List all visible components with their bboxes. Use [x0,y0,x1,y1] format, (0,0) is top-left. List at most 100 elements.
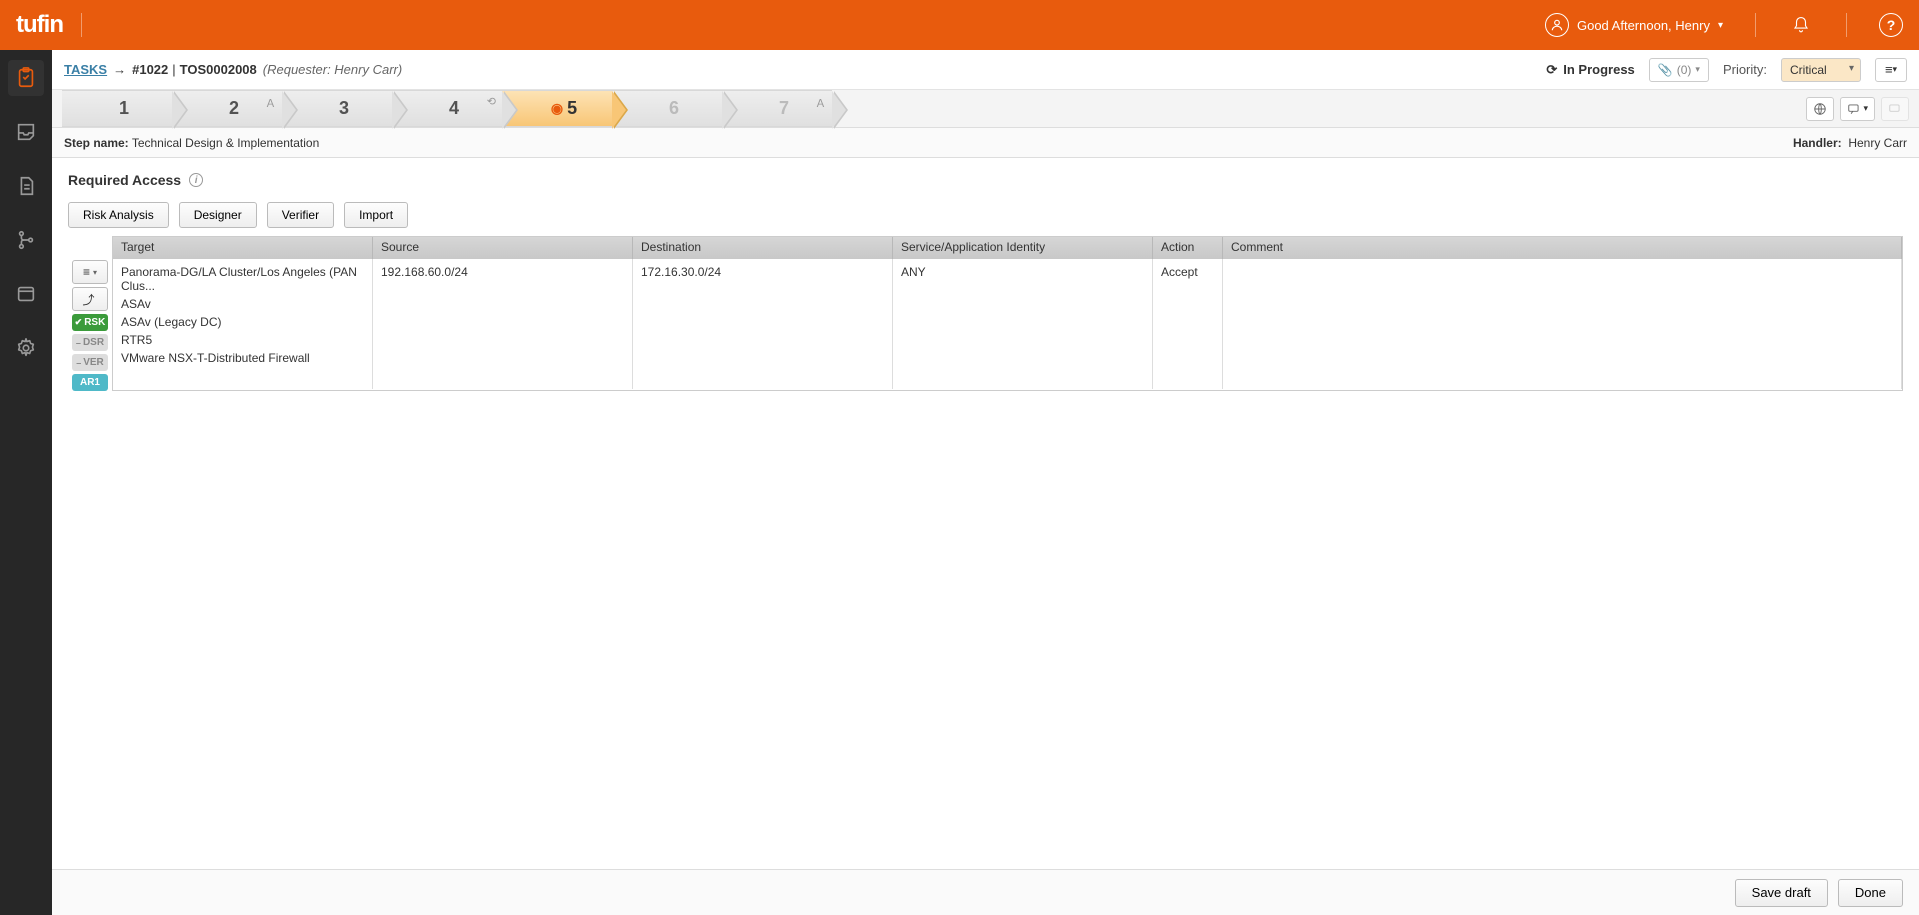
caret-down-icon: ▾ [1695,64,1700,75]
step-number: 1 [119,98,129,119]
table-row[interactable]: Panorama-DG/LA Cluster/Los Angeles (PAN … [113,259,1902,389]
target-cell: Panorama-DG/LA Cluster/Los Angeles (PAN … [121,265,364,365]
workflow-step-3[interactable]: 3 [282,90,392,127]
handler-label: Handler: [1793,136,1842,150]
refresh-icon: ⟳ [1546,62,1557,78]
breadcrumb-root-link[interactable]: TASKS [64,62,107,77]
step-number: 7 [779,98,789,119]
breadcrumb-separator: | [172,62,175,77]
priority-select[interactable]: Critical [1781,58,1861,82]
step-name-label: Step name: [64,136,129,150]
save-draft-button[interactable]: Save draft [1735,879,1828,907]
step-number: 4 [449,98,459,119]
workflow-step-4[interactable]: 4⟲ [392,90,502,127]
risk-analysis-button[interactable]: Risk Analysis [68,202,169,228]
step-marker-icon: Ａ [815,95,826,111]
step-marker-icon: ⟲ [487,95,496,108]
workflow-step-6[interactable]: 6 [612,90,722,127]
row-side-controls: ≡ ⤴ ✔RSK –DSR –VER AR1 [68,236,112,391]
content-area: Required Access i Risk Analysis Designer… [52,158,1919,869]
ticket-title: TOS0002008 [180,62,257,77]
footer-bar: Save draft Done [52,869,1919,915]
status-text: In Progress [1563,62,1635,77]
th-source[interactable]: Source [373,237,633,259]
priority-value: Critical [1790,63,1827,77]
th-action[interactable]: Action [1153,237,1223,259]
breadcrumb-arrow-icon: → [113,62,126,77]
ver-badge[interactable]: –VER [72,354,108,371]
requester-label: (Requester: Henry Carr) [263,62,402,77]
target-item: VMware NSX-T-Distributed Firewall [121,351,364,365]
service-cell: ANY [893,259,1153,389]
action-cell: Accept [1153,259,1223,389]
step-number: 2 [229,98,239,119]
nav-browser[interactable] [8,276,44,312]
rsk-badge[interactable]: ✔RSK [72,314,108,331]
brand-logo: tufin [16,11,63,39]
section-title: Required Access [68,172,181,188]
attachments-button[interactable]: 📎 (0) ▾ [1649,58,1709,82]
step-meta-bar: Step name: Technical Design & Implementa… [52,128,1919,158]
nav-inbox[interactable] [8,114,44,150]
workflow-step-1[interactable]: 1 [62,90,172,127]
status-indicator[interactable]: ⟳ In Progress [1546,62,1634,78]
paperclip-icon: 📎 [1658,63,1673,77]
target-item: ASAv (Legacy DC) [121,315,364,329]
designer-button[interactable]: Designer [179,202,257,228]
ar1-badge[interactable]: AR1 [72,374,108,391]
row-menu-button[interactable]: ≡ [72,260,108,284]
target-item: ASAv [121,297,364,311]
notifications-button[interactable] [1788,12,1814,38]
target-item: Panorama-DG/LA Cluster/Los Angeles (PAN … [121,265,364,293]
step-marker-icon: Ａ [265,95,276,111]
workflow-step-2[interactable]: 2Ａ [172,90,282,127]
nav-tasks[interactable] [8,60,44,96]
breadcrumb-bar: TASKS → #1022 | TOS0002008 (Requester: H… [52,50,1919,90]
step-number: 6 [669,98,679,119]
priority-label: Priority: [1723,62,1767,77]
import-button[interactable]: Import [344,202,408,228]
user-greeting: Good Afternoon, Henry [1577,18,1710,33]
th-destination[interactable]: Destination [633,237,893,259]
dsr-badge[interactable]: –DSR [72,334,108,351]
workflow-step-5-current[interactable]: ◉5 [502,90,612,127]
info-icon[interactable]: i [189,173,203,187]
verifier-button[interactable]: Verifier [267,202,334,228]
user-menu[interactable]: Good Afternoon, Henry ▾ [1545,13,1723,37]
top-header: tufin Good Afternoon, Henry ▾ ? [0,0,1919,50]
attach-count: (0) [1677,63,1692,77]
header-divider [1846,13,1847,37]
pin-icon: ◉ [551,100,563,117]
nav-workflow[interactable] [8,222,44,258]
caret-down-icon: ▾ [1718,20,1723,31]
user-icon [1545,13,1569,37]
target-item: RTR5 [121,333,364,347]
th-target[interactable]: Target [113,237,373,259]
globe-button[interactable] [1806,97,1834,121]
comments-button[interactable]: ▾ [1840,97,1875,121]
header-divider [1755,13,1756,37]
table-header: Target Source Destination Service/Applic… [113,237,1902,259]
nav-settings[interactable] [8,330,44,366]
destination-cell: 172.16.30.0/24 [633,259,893,389]
th-comment[interactable]: Comment [1223,237,1902,259]
comment-add-button [1881,97,1909,121]
help-button[interactable]: ? [1879,13,1903,37]
row-share-button[interactable]: ⤴ [72,287,108,311]
ticket-number: #1022 [132,62,168,77]
header-divider [81,13,82,37]
brand-text: tufin [16,11,63,38]
more-menu-button[interactable]: ≡ ▾ [1875,58,1907,82]
done-button[interactable]: Done [1838,879,1903,907]
step-name-value: Technical Design & Implementation [132,136,319,150]
workflow-step-7[interactable]: 7Ａ [722,90,832,127]
workflow-steps: 1 2Ａ 3 4⟲ ◉5 6 7Ａ ▾ [52,90,1919,128]
access-table: Target Source Destination Service/Applic… [112,236,1903,391]
nav-documents[interactable] [8,168,44,204]
th-service[interactable]: Service/Application Identity [893,237,1153,259]
handler-value: Henry Carr [1848,136,1907,150]
nav-rail [0,50,52,915]
step-number: 3 [339,98,349,119]
source-cell: 192.168.60.0/24 [373,259,633,389]
step-number: 5 [567,98,577,119]
